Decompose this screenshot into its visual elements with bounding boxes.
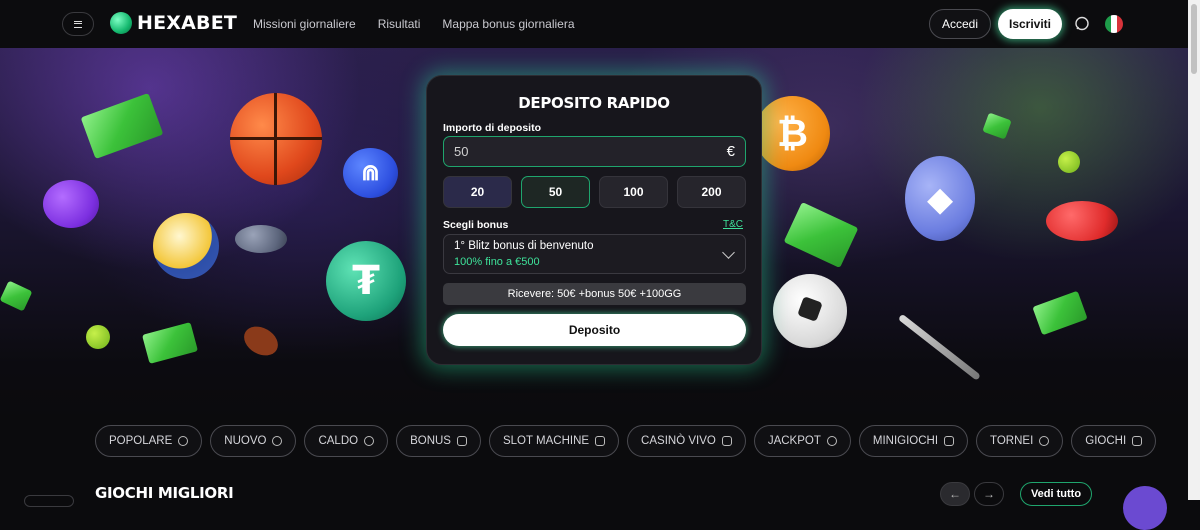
baseball-bat-icon	[897, 313, 981, 381]
login-button[interactable]: Accedi	[929, 9, 991, 39]
money-bill-icon	[1032, 290, 1088, 336]
terms-link[interactable]: T&C	[723, 219, 743, 230]
section-title: GIOCHI MIGLIORI	[95, 484, 234, 502]
volleyball-icon	[153, 213, 219, 279]
ethereum-icon: ◆	[905, 156, 975, 241]
tab-jackpot[interactable]: JACKPOT	[753, 425, 851, 457]
page-scrollbar[interactable]	[1188, 0, 1200, 500]
top-header: HEXABET Missioni giornaliere Risultati M…	[0, 0, 1188, 48]
grid-icon	[456, 436, 467, 446]
chat-icon[interactable]	[1074, 16, 1090, 32]
logo[interactable]: HEXABET	[110, 12, 237, 34]
money-bill-icon	[141, 322, 199, 364]
amount-option-200[interactable]: 200	[677, 176, 746, 208]
soccer-ball-icon	[773, 274, 847, 348]
phone-icon	[944, 436, 955, 446]
money-bill-icon	[783, 201, 859, 269]
tab-hot[interactable]: CALDO	[304, 425, 389, 457]
brand-name: HEXABET	[137, 12, 238, 34]
tab-slot-machine[interactable]: SLOT MACHINE	[488, 425, 620, 457]
italy-flag-icon[interactable]	[1105, 15, 1123, 33]
nav-item-daily-missions[interactable]: Missioni giornaliere	[253, 17, 356, 31]
gamepad-icon	[1132, 436, 1143, 446]
register-button[interactable]: Iscriviti	[998, 9, 1062, 39]
flame-icon	[364, 436, 375, 446]
money-bill-icon	[982, 112, 1012, 140]
bonus-title: 1° Blitz bonus di benvenuto	[454, 240, 594, 252]
tab-games[interactable]: GIOCHI	[1071, 425, 1157, 457]
gray-token-icon	[235, 225, 287, 253]
support-chat-icon[interactable]	[1123, 486, 1167, 530]
deposit-title: DEPOSITO RAPIDO	[518, 94, 670, 112]
bitcoin-icon: ₿	[755, 96, 830, 171]
amount-option-100[interactable]: 100	[599, 176, 668, 208]
bonus-label: Scegli bonus	[443, 219, 509, 231]
purple-token-icon	[43, 180, 99, 228]
money-bill-icon	[80, 93, 164, 159]
money-bill-icon	[0, 280, 33, 312]
grid-icon	[595, 436, 606, 446]
category-tabs: POPOLARE NUOVO CALDO BONUS SLOT MACHINE …	[95, 425, 1157, 457]
tab-live-casino[interactable]: CASINÒ VIVO	[627, 425, 746, 457]
logo-mark-icon	[110, 12, 132, 34]
receive-summary: Ricevere: 50€ +bonus 50€ +100GG	[443, 283, 746, 305]
blue-token-icon: ⋒	[343, 148, 398, 198]
trophy-icon	[1039, 436, 1050, 446]
deposit-button[interactable]: Deposito	[443, 314, 746, 346]
tab-tournaments[interactable]: TORNEI	[976, 425, 1064, 457]
tether-coin-icon: ₮	[326, 241, 406, 321]
bonus-subtitle: 100% fino a €500	[454, 256, 540, 268]
side-pill[interactable]	[24, 495, 74, 507]
main-nav: Missioni giornaliere Risultati Mappa bon…	[253, 17, 575, 31]
tennis-ball-icon	[86, 325, 110, 349]
arrow-right-icon[interactable]: →	[974, 482, 1004, 506]
monitor-icon	[721, 436, 732, 446]
deposit-amount-value: 50	[454, 144, 469, 159]
menu-button[interactable]	[62, 12, 94, 36]
quick-deposit-card: DEPOSITO RAPIDO Importo di deposito 50 €…	[426, 75, 762, 365]
nav-item-results[interactable]: Risultati	[378, 17, 421, 31]
tennis-ball-icon	[1058, 151, 1080, 173]
bonus-select[interactable]: 1° Blitz bonus di benvenuto 100% fino a …	[443, 234, 746, 274]
tab-new[interactable]: NUOVO	[210, 425, 297, 457]
deposit-amount-input[interactable]: 50 €	[443, 136, 746, 167]
deposit-amount-label: Importo di deposito	[443, 122, 541, 134]
amount-option-50[interactable]: 50	[521, 176, 590, 208]
nav-item-daily-bonus-map[interactable]: Mappa bonus giornaliera	[442, 17, 574, 31]
hamburger-icon	[74, 20, 82, 28]
euro-icon: €	[726, 143, 735, 160]
tab-bonus[interactable]: BONUS	[396, 425, 481, 457]
red-token-icon	[1046, 201, 1118, 241]
arrow-left-icon[interactable]: ←	[940, 482, 970, 506]
tab-popular[interactable]: POPOLARE	[95, 425, 203, 457]
american-football-icon	[238, 320, 284, 362]
tab-minigames[interactable]: MINIGIOCHI	[858, 425, 969, 457]
amount-option-20[interactable]: 20	[443, 176, 512, 208]
basketball-icon	[230, 93, 322, 185]
bell-icon	[272, 436, 283, 446]
see-all-button[interactable]: Vedi tutto	[1020, 482, 1092, 506]
diamond-icon	[826, 436, 837, 446]
preset-amounts: 20 50 100 200	[443, 176, 746, 208]
clock-icon	[178, 436, 189, 446]
